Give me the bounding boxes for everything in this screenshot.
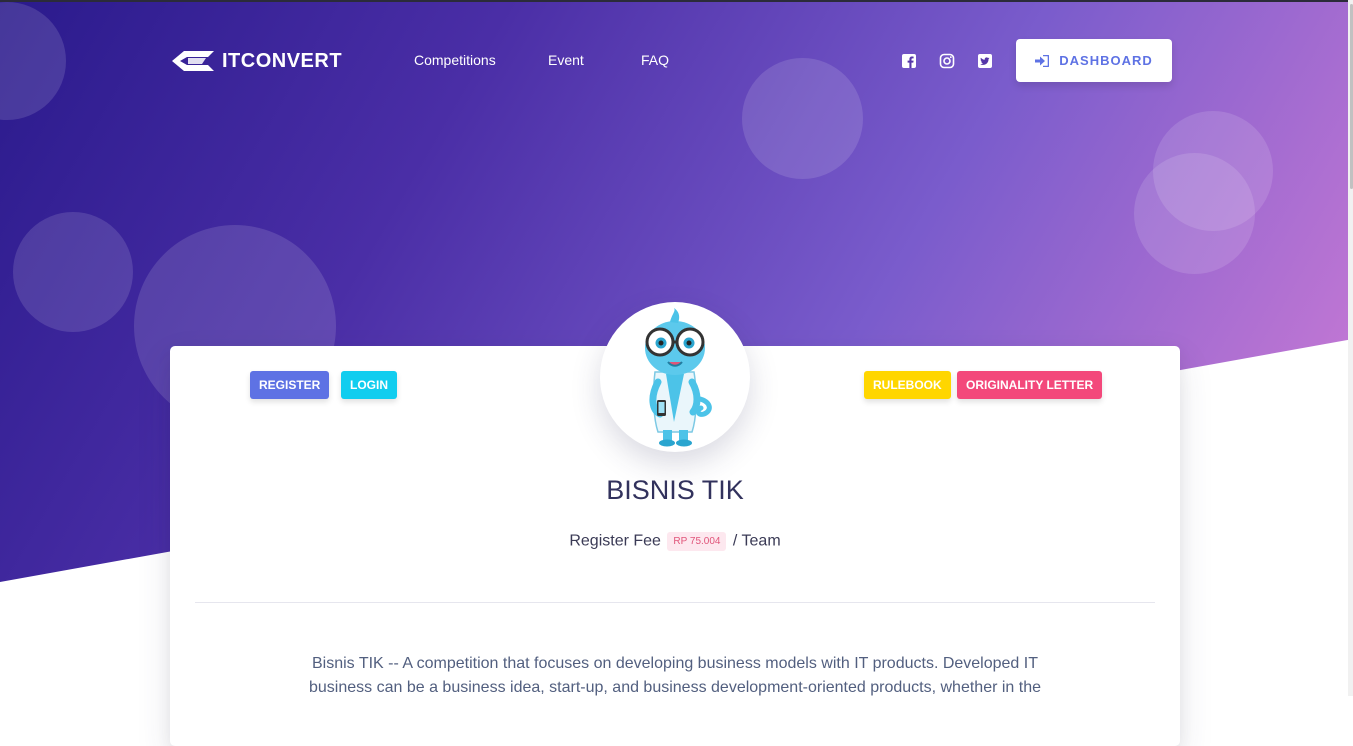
chameleon-mascot-icon (645, 308, 712, 447)
facebook-icon[interactable] (901, 53, 917, 69)
brand-name: ITCONVERT (222, 49, 343, 72)
nav-link-faq[interactable]: FAQ (641, 52, 669, 68)
competition-description: Bisnis TIK -- A competition that focuses… (309, 655, 1041, 696)
rulebook-button[interactable]: RULEBOOK (864, 371, 951, 399)
login-button[interactable]: LOGIN (341, 371, 397, 399)
fee-amount-badge: RP 75.004 (667, 532, 727, 551)
register-button[interactable]: REGISTER (250, 371, 330, 399)
card-divider (195, 602, 1155, 603)
instagram-icon[interactable] (939, 53, 955, 69)
dashboard-label: DASHBOARD (1059, 53, 1153, 68)
fee-unit: / Team (732, 532, 781, 550)
twitter-icon[interactable] (977, 53, 993, 69)
brand-logo[interactable]: ITCONVERT (170, 47, 342, 75)
page-scrollbar[interactable] (1348, 0, 1353, 696)
mascot-avatar (600, 302, 750, 452)
register-fee: Register Fee RP 75.004 / Team (170, 532, 1180, 551)
itconvert-logo-icon (172, 51, 214, 71)
register-fee-label: Register Fee (569, 532, 661, 550)
competition-title: BISNIS TIK (606, 475, 744, 505)
top-navbar: ITCONVERT Competitions Event FAQ DASHBOA… (0, 0, 1353, 120)
nav-link-event[interactable]: Event (548, 52, 584, 68)
nav-link-competitions[interactable]: Competitions (414, 52, 496, 68)
sign-in-icon (1035, 54, 1050, 67)
originality-letter-button[interactable]: ORIGINALITY LETTER (957, 371, 1103, 399)
dashboard-button[interactable]: DASHBOARD (1016, 39, 1172, 82)
window-top-border (0, 0, 1353, 2)
